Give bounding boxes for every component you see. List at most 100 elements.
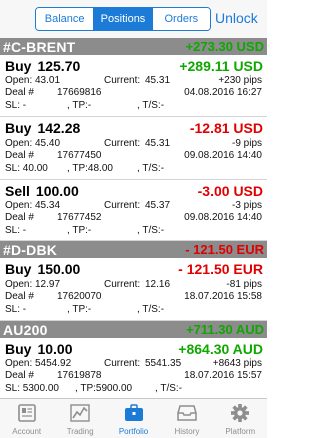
tab-label: Portfolio xyxy=(118,427,149,436)
stop-loss: SL: 40.00 xyxy=(5,163,48,174)
position-side-volume: Sell 100.00 xyxy=(5,183,79,199)
position-side: Sell xyxy=(5,183,30,199)
current-price: 45.31 xyxy=(145,138,171,149)
tab-history[interactable]: History xyxy=(160,399,213,438)
stop-loss: SL: - xyxy=(5,304,27,315)
pips-value: +8643 pips xyxy=(212,358,262,369)
position-volume: 150.00 xyxy=(37,261,81,277)
deal-label: Deal # xyxy=(5,370,34,381)
segment-orders[interactable]: Orders xyxy=(152,8,210,30)
deal-number: 17620070 xyxy=(57,291,102,302)
tab-label: Trading xyxy=(66,427,94,436)
pips-value: +230 pips xyxy=(218,75,262,86)
trailing-stop: , T/S:- xyxy=(137,304,165,315)
current-price: 12.16 xyxy=(145,279,171,290)
current-price: 5541.35 xyxy=(145,358,182,369)
tab-portfolio[interactable]: Portfolio xyxy=(107,399,160,438)
deal-label: Deal # xyxy=(5,212,34,223)
open-price: 5454.92 xyxy=(35,358,72,369)
deal-label: Deal # xyxy=(5,150,34,161)
open-label: Open: xyxy=(5,75,33,86)
take-profit: , TP:48.00 xyxy=(67,163,113,174)
tab-trading[interactable]: Trading xyxy=(53,399,106,438)
pips-value: -9 pips xyxy=(231,138,262,149)
symbol-name: #C-BRENT xyxy=(3,38,76,55)
open-price: 12.97 xyxy=(35,279,61,290)
current-label: Current: xyxy=(104,358,141,369)
stop-loss: SL: - xyxy=(5,100,27,111)
position-row[interactable]: Buy 125.70 +289.11 USD Open: 43.01 Curren… xyxy=(0,55,267,117)
deal-label: Deal # xyxy=(5,87,34,98)
top-toolbar: Balance Positions Orders Unlock xyxy=(0,0,267,38)
position-pnl: -12.81 USD xyxy=(189,120,263,136)
trailing-stop: , T/S:- xyxy=(137,163,165,174)
position-side: Buy xyxy=(5,58,32,74)
current-label: Current: xyxy=(104,75,141,86)
deal-number: 17677450 xyxy=(57,150,102,161)
bottom-tab-bar: Account Trading Portfolio History Platfo… xyxy=(0,398,267,438)
deal-number: 17677452 xyxy=(57,212,102,223)
trailing-stop: , T/S:- xyxy=(155,383,183,394)
position-side: Buy xyxy=(5,261,32,277)
position-row[interactable]: Buy 150.00 - 121.50 EUR Open: 12.97 Curre… xyxy=(0,258,267,321)
position-pnl: +864.30 AUD xyxy=(178,341,263,357)
take-profit: , TP:- xyxy=(67,304,92,315)
history-tray-icon xyxy=(177,405,197,421)
deal-number: 17619878 xyxy=(57,370,102,381)
tab-account[interactable]: Account xyxy=(0,399,53,438)
position-volume: 125.70 xyxy=(37,58,81,74)
position-row[interactable]: Buy 10.00 +864.30 AUD Open: 5454.92 Curre… xyxy=(0,338,267,398)
open-label: Open: xyxy=(5,358,33,369)
deal-datetime: 09.08.2016 14:40 xyxy=(184,212,262,223)
position-pnl: - 121.50 EUR xyxy=(178,261,263,277)
position-row[interactable]: Buy 142.28 -12.81 USD Open: 45.40 Current… xyxy=(0,117,267,180)
deal-datetime: 09.08.2016 14:40 xyxy=(184,150,262,161)
position-row[interactable]: Sell 100.00 -3.00 USD Open: 45.34 Current… xyxy=(0,180,267,241)
symbol-group-header[interactable]: AU200 +711.30 AUD xyxy=(0,321,267,338)
open-label: Open: xyxy=(5,138,33,149)
symbol-group-header[interactable]: #C-BRENT +273.30 USD xyxy=(0,38,267,55)
position-side-volume: Buy 150.00 xyxy=(5,261,80,277)
deal-number: 17669816 xyxy=(57,87,102,98)
open-price: 43.01 xyxy=(35,75,61,86)
symbol-total-pnl: +273.30 USD xyxy=(185,39,264,54)
trailing-stop: , T/S:- xyxy=(137,100,165,111)
symbol-group-header[interactable]: #D-DBK - 121.50 EUR xyxy=(0,241,267,258)
segment-balance[interactable]: Balance xyxy=(36,8,95,30)
account-icon xyxy=(17,404,36,422)
position-volume: 142.28 xyxy=(37,120,81,136)
position-volume: 10.00 xyxy=(37,341,73,357)
tab-platform[interactable]: Platform xyxy=(214,399,267,438)
deal-label: Deal # xyxy=(5,291,34,302)
pips-value: -3 pips xyxy=(231,200,262,211)
position-pnl: -3.00 USD xyxy=(197,183,263,199)
open-label: Open: xyxy=(5,279,33,290)
symbol-name: #D-DBK xyxy=(3,241,58,258)
symbol-name: AU200 xyxy=(3,321,48,338)
unlock-button[interactable]: Unlock xyxy=(215,10,265,26)
take-profit: , TP:5900.00 xyxy=(75,383,133,394)
tab-label: Platform xyxy=(225,427,256,436)
gear-icon xyxy=(231,404,250,422)
current-label: Current: xyxy=(104,200,141,211)
trading-chart-icon xyxy=(70,404,90,422)
position-side: Buy xyxy=(5,120,32,136)
current-label: Current: xyxy=(104,279,141,290)
position-pnl: +289.11 USD xyxy=(179,58,263,74)
take-profit: , TP:- xyxy=(67,225,92,236)
current-price: 45.31 xyxy=(145,75,171,86)
tab-label: History xyxy=(174,427,200,436)
trailing-stop: , T/S:- xyxy=(137,225,165,236)
position-side-volume: Buy 125.70 xyxy=(5,58,80,74)
open-price: 45.40 xyxy=(35,138,61,149)
symbol-total-pnl: - 121.50 EUR xyxy=(185,242,264,257)
position-side-volume: Buy 142.28 xyxy=(5,120,80,136)
view-segmented-control: Balance Positions Orders xyxy=(35,7,211,31)
symbol-total-pnl: +711.30 AUD xyxy=(186,322,264,337)
open-price: 45.34 xyxy=(35,200,61,211)
stop-loss: SL: - xyxy=(5,225,27,236)
position-side-volume: Buy 10.00 xyxy=(5,341,73,357)
briefcase-icon xyxy=(124,404,143,421)
segment-positions[interactable]: Positions xyxy=(94,8,153,30)
tab-label: Account xyxy=(12,427,42,436)
